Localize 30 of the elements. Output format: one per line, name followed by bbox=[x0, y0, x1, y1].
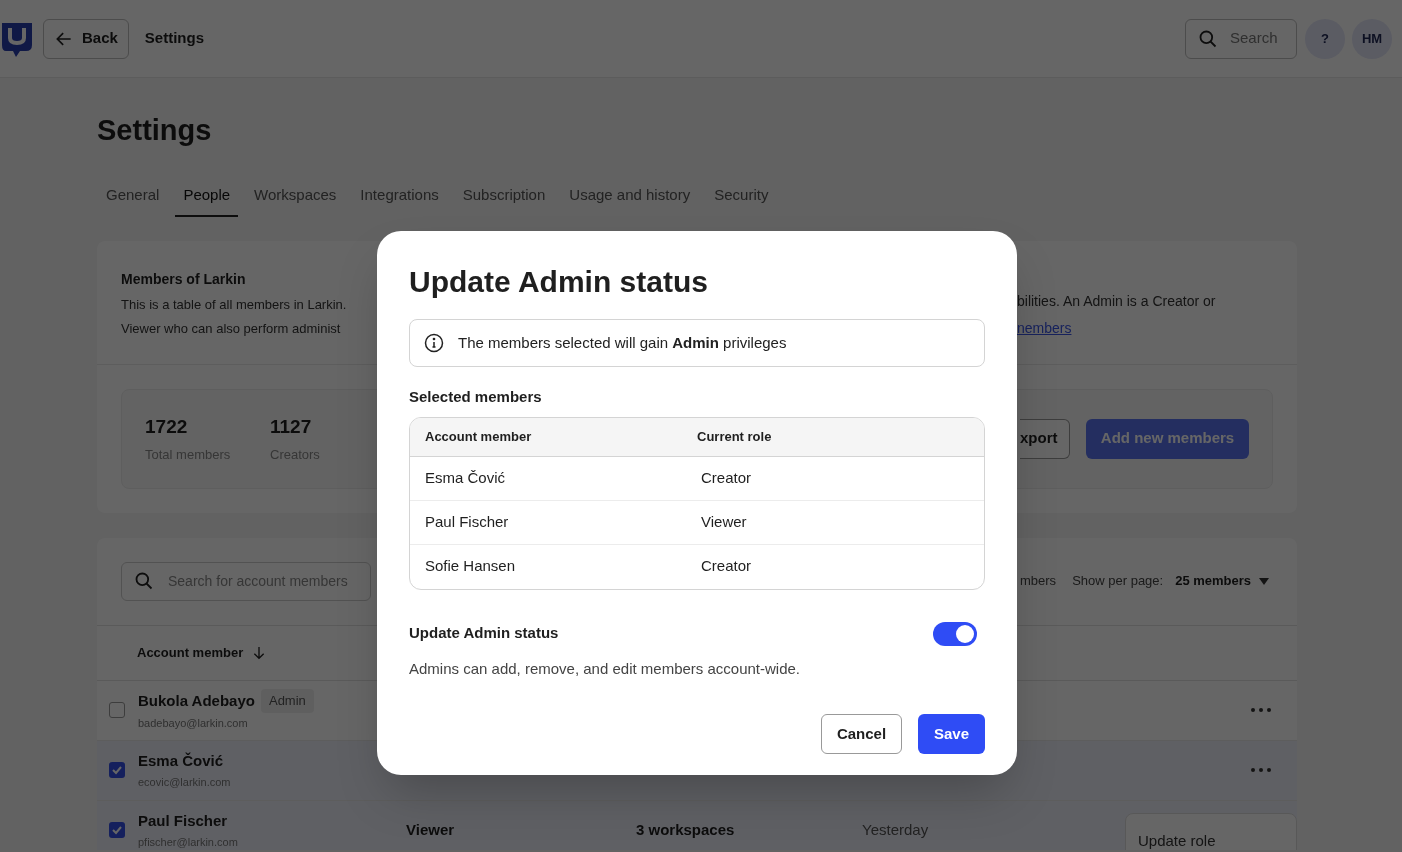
member-cell-text: Sofie Hansen bbox=[425, 556, 517, 577]
info-text: The members selected will gain Admin privileges bbox=[458, 332, 787, 353]
toggle-description: Admins can add, remove, and edit members account-wide. bbox=[409, 658, 802, 679]
member-name: Bukola Adebayo bbox=[138, 690, 255, 711]
card-description: bilities. An Admin is a Creator or bbox=[1017, 291, 1217, 311]
toggle-label: Update Admin status bbox=[409, 623, 559, 644]
role-cell-text: Viewer bbox=[701, 511, 747, 532]
page-breadcrumb: Settings bbox=[144, 28, 205, 49]
stat-value: 1127 bbox=[270, 414, 313, 439]
card-description: This is a table of all members in Larkin. bbox=[121, 295, 348, 314]
section-title: Selected members bbox=[409, 387, 543, 407]
per-page-label: Show per page: bbox=[1072, 572, 1164, 591]
role-badge: Admin bbox=[260, 689, 314, 713]
role-cell-text: Creator bbox=[701, 556, 752, 577]
role-cell-text: Creator bbox=[701, 467, 752, 488]
member-cell-text: Esma Čović bbox=[425, 467, 507, 488]
page-title: Settings bbox=[97, 113, 213, 148]
last-active-cell-text: Yesterday bbox=[862, 819, 929, 840]
member-cell-text: Paul Fischer bbox=[425, 511, 510, 532]
workspaces-cell-text: 3 workspaces bbox=[636, 819, 736, 840]
column-header: Account member bbox=[425, 427, 533, 446]
column-header: Current role bbox=[697, 427, 773, 446]
member-count: mbers bbox=[1020, 572, 1057, 591]
stat-value: 1722 bbox=[145, 414, 189, 439]
role-cell-text: Viewer bbox=[406, 819, 456, 840]
card-description: Viewer who can also perform administ bbox=[121, 319, 342, 338]
member-name: Paul Fischer bbox=[138, 810, 228, 831]
member-name: Esma Čović bbox=[138, 750, 224, 771]
dialog-title: Update Admin status bbox=[409, 264, 709, 300]
card-title: Members of Larkin bbox=[121, 269, 247, 289]
